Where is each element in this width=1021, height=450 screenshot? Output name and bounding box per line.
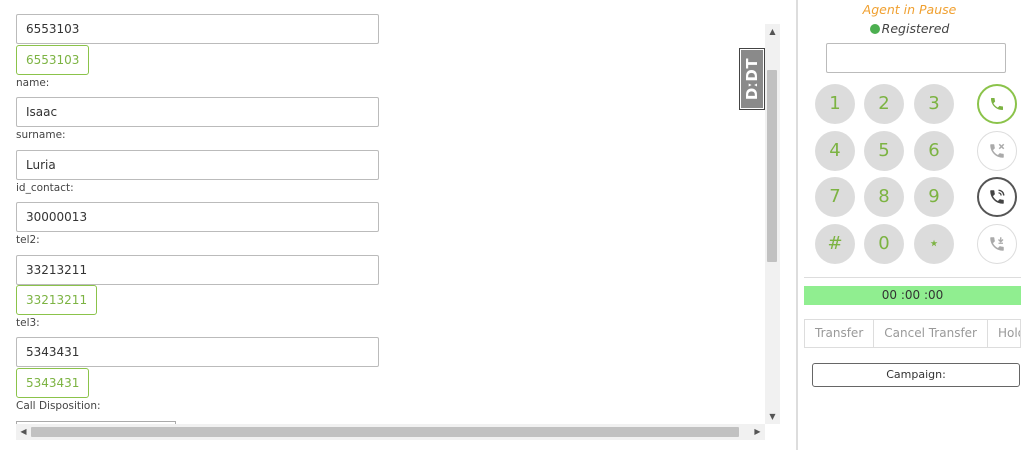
- agent-status: Agent in Pause: [862, 2, 957, 17]
- key-8[interactable]: 8: [864, 177, 904, 217]
- key-hash[interactable]: #: [815, 224, 855, 264]
- dial-number-input[interactable]: [826, 43, 1006, 73]
- tel2-field[interactable]: 33213211: [16, 255, 379, 285]
- scroll-left-arrow-icon[interactable]: ◀: [16, 424, 31, 440]
- key-2[interactable]: 2: [864, 84, 904, 124]
- ddt-logo: DːDT: [739, 48, 765, 110]
- key-7[interactable]: 7: [815, 177, 855, 217]
- name-label: name:: [16, 77, 50, 89]
- tel3-field[interactable]: 5343431: [16, 337, 379, 367]
- call-tel2-button[interactable]: 33213211: [16, 285, 98, 315]
- key-5[interactable]: 5: [864, 131, 904, 171]
- scroll-down-arrow-icon[interactable]: ▼: [765, 409, 780, 424]
- tel1-field[interactable]: 6553103: [16, 14, 379, 44]
- ddt-logo-text: DːDT: [743, 57, 762, 101]
- key-1[interactable]: 1: [815, 84, 855, 124]
- horizontal-scrollbar[interactable]: ◀ ▶: [16, 424, 765, 440]
- id-contact-field[interactable]: 30000013: [16, 202, 379, 232]
- campaign-button[interactable]: Campaign:: [812, 363, 1020, 387]
- hangup-button[interactable]: [977, 131, 1017, 171]
- key-6[interactable]: 6: [914, 131, 954, 171]
- contact-form-pane: 6553103 6553103 name: Isaac surname: Lur…: [0, 0, 780, 450]
- ddt-logo-inner: DːDT: [741, 50, 763, 108]
- registration-text: Registered: [881, 21, 950, 36]
- surname-label: surname:: [16, 129, 66, 141]
- call-button[interactable]: [977, 84, 1017, 124]
- panel-separator: [804, 277, 1021, 278]
- call-tel3-button[interactable]: 5343431: [16, 368, 90, 398]
- transfer-button[interactable]: Transfer: [805, 320, 875, 347]
- call-timer: 00 :00 :00: [804, 286, 1021, 305]
- key-3[interactable]: 3: [914, 84, 954, 124]
- call-tel1-button[interactable]: 6553103: [16, 45, 90, 75]
- key-4[interactable]: 4: [815, 131, 855, 171]
- call-icon: [991, 98, 1003, 110]
- key-9[interactable]: 9: [914, 177, 954, 217]
- vertical-scrollbar[interactable]: ▲ ▼: [765, 24, 780, 424]
- horizontal-scroll-thumb[interactable]: [31, 427, 739, 437]
- hangup-icon: [990, 143, 1005, 158]
- call-disposition-label: Call Disposition:: [16, 400, 101, 412]
- tel2-label: tel2:: [16, 234, 40, 246]
- scroll-up-arrow-icon[interactable]: ▲: [765, 24, 780, 39]
- scroll-right-arrow-icon[interactable]: ▶: [750, 424, 765, 440]
- key-0[interactable]: 0: [864, 224, 904, 264]
- key-star[interactable]: ⋆: [914, 224, 954, 264]
- cancel-transfer-button[interactable]: Cancel Transfer: [874, 320, 988, 347]
- hold-button[interactable]: Hold: [988, 320, 1020, 347]
- surname-field[interactable]: Luria: [16, 150, 379, 180]
- registration-status: Registered: [798, 21, 1021, 36]
- hold-call-button[interactable]: [977, 224, 1017, 264]
- transfer-toolbar: Transfer Cancel Transfer Hold: [804, 319, 1021, 348]
- name-field[interactable]: Isaac: [16, 97, 379, 127]
- transfer-call-button[interactable]: [977, 177, 1017, 217]
- id-contact-label: id_contact:: [16, 182, 74, 194]
- registered-dot-icon: [869, 24, 880, 34]
- vertical-scroll-thumb[interactable]: [767, 70, 777, 262]
- phone-transfer-icon: [990, 189, 1005, 204]
- softphone-panel: Agent in Pause Registered 1 2 3 4 5 6 7 …: [798, 0, 1021, 450]
- phone-hold-icon: [990, 237, 1004, 251]
- tel3-label: tel3:: [16, 317, 40, 329]
